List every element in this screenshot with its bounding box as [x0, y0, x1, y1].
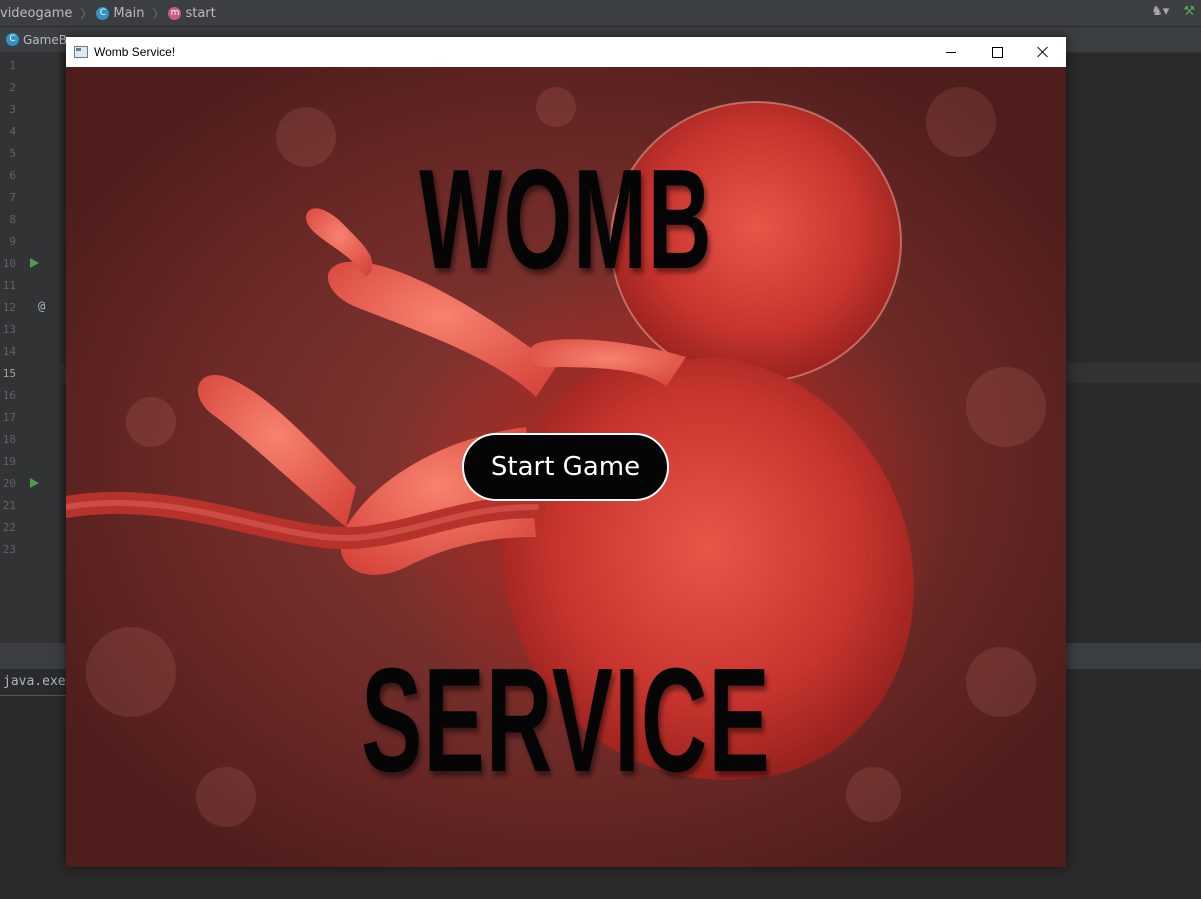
- build-hammer-icon[interactable]: ⚒: [1183, 4, 1195, 19]
- line-number: 4: [9, 125, 16, 138]
- maximize-icon: [991, 46, 1003, 58]
- breadcrumb-label: start: [185, 5, 216, 21]
- line-number: 20: [2, 477, 16, 490]
- line-number: 2: [9, 81, 16, 94]
- line-number: 1: [9, 59, 16, 72]
- console-divider: [0, 695, 70, 696]
- line-number: 12: [2, 301, 16, 314]
- breadcrumb-class[interactable]: C Main: [96, 6, 144, 21]
- game-window: Womb Service! WOMB SERVICE Start Game: [66, 37, 1066, 867]
- line-number: 11: [2, 279, 16, 292]
- line-number: 5: [9, 147, 16, 160]
- line-number: 19: [2, 455, 16, 468]
- chevron-right-icon: 〉: [152, 6, 165, 21]
- chevron-right-icon: 〉: [80, 6, 93, 21]
- class-icon: C: [6, 33, 19, 46]
- method-icon: m: [168, 6, 182, 20]
- line-number: 9: [9, 235, 16, 248]
- annotation-at-icon: @: [38, 299, 46, 313]
- run-gutter-icon[interactable]: [30, 478, 39, 488]
- line-number: 17: [2, 411, 16, 424]
- maximize-button[interactable]: [974, 37, 1020, 67]
- run-gutter-icon[interactable]: [30, 258, 39, 268]
- line-number: 6: [9, 169, 16, 182]
- breadcrumb-method[interactable]: m start: [168, 5, 216, 21]
- breadcrumb-project[interactable]: videogame: [0, 6, 72, 21]
- app-window-icon: [74, 46, 88, 58]
- ide-navigation-bar: videogame 〉 C Main 〉 m start ♞▾ ⚒: [0, 0, 1201, 27]
- line-number: 22: [2, 521, 16, 534]
- class-icon: C: [96, 6, 110, 20]
- line-number: 21: [2, 499, 16, 512]
- game-title-top: WOMB: [419, 140, 713, 299]
- line-number: 16: [2, 389, 16, 402]
- line-number: 3: [9, 103, 16, 116]
- console-process-label: java.exe: [3, 674, 66, 689]
- line-number: 14: [2, 345, 16, 358]
- breadcrumb-label: Main: [113, 5, 145, 21]
- breadcrumb-label: videogame: [0, 5, 73, 21]
- line-number: 10: [2, 257, 16, 270]
- line-number-gutter: 1 2 3 4 5 6 7 8 9 10 11 12 @ 13 14 15 16…: [0, 53, 60, 643]
- user-icon[interactable]: ♞▾: [1151, 4, 1169, 19]
- close-icon: [1037, 46, 1049, 58]
- window-title: Womb Service!: [94, 45, 176, 59]
- line-number: 23: [2, 543, 16, 556]
- line-number: 7: [9, 191, 16, 204]
- window-titlebar[interactable]: Womb Service!: [66, 37, 1066, 67]
- game-title-bottom: SERVICE: [361, 638, 771, 803]
- line-number: 13: [2, 323, 16, 336]
- close-button[interactable]: [1020, 37, 1066, 67]
- line-number: 8: [9, 213, 16, 226]
- minimize-icon: [946, 51, 956, 53]
- minimize-button[interactable]: [928, 37, 974, 67]
- title-screen-canvas: WOMB SERVICE Start Game: [66, 67, 1066, 867]
- line-number: 18: [2, 433, 16, 446]
- start-game-button[interactable]: Start Game: [462, 433, 669, 501]
- line-number: 15: [2, 367, 16, 380]
